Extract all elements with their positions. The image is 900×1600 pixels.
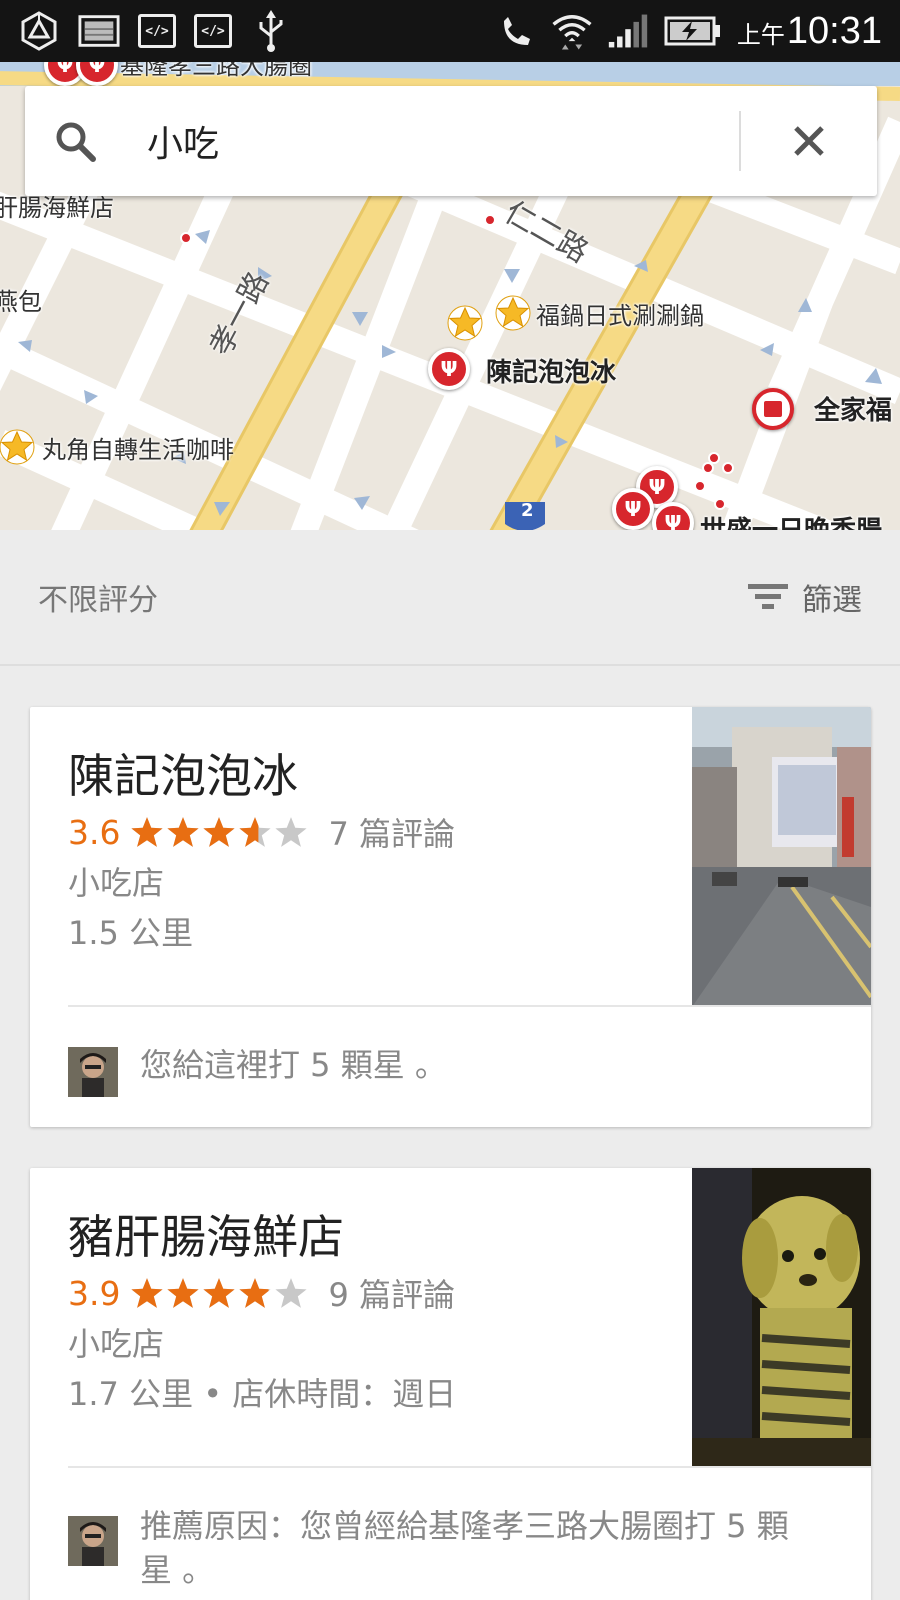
map-label[interactable]: 全家福 — [814, 390, 892, 427]
place-dot[interactable] — [694, 480, 706, 492]
image-notification-icon — [78, 11, 120, 51]
recommendation-note: 推薦原因：您曾經給基隆孝三路大腸圈打 5 顆星 。 — [140, 1507, 789, 1589]
place-rating: 3.9 9 篇評論 — [68, 1270, 456, 1316]
filter-icon — [748, 584, 788, 609]
place-dot[interactable] — [722, 462, 734, 474]
no-call-icon — [495, 11, 537, 51]
star-icon — [275, 1278, 308, 1308]
rating-stars — [130, 815, 308, 849]
star-icon — [131, 1278, 164, 1308]
review-count[interactable]: 7 篇評論 — [328, 809, 455, 855]
place-dot[interactable] — [180, 232, 192, 244]
map-label[interactable]: 燕包 — [0, 282, 42, 317]
review-count[interactable]: 9 篇評論 — [328, 1270, 455, 1316]
rating-number: 3.9 — [68, 1273, 121, 1313]
avatar — [68, 1047, 118, 1097]
avatar — [68, 1516, 118, 1566]
card-divider — [68, 1005, 871, 1007]
star-icon — [203, 817, 236, 847]
star-icon — [131, 817, 164, 847]
search-icon[interactable] — [25, 86, 125, 196]
star-icon — [203, 1278, 236, 1308]
clock-ampm: 上午 — [736, 20, 785, 49]
place-dot[interactable] — [702, 462, 714, 474]
close-icon — [794, 126, 824, 156]
filter-button[interactable]: 篩選 — [748, 575, 862, 619]
place-name: 陳記泡泡冰 — [68, 749, 298, 803]
place-rating: 3.6 7 篇評論 — [68, 809, 455, 855]
star-icon — [167, 1278, 200, 1308]
star-icon — [275, 817, 308, 847]
map-label[interactable]: 丸角自轉生活咖啡 — [42, 430, 234, 465]
search-box[interactable]: 小吃 — [25, 86, 877, 196]
clear-search-button[interactable] — [741, 86, 877, 196]
battery-charging-icon — [663, 11, 723, 51]
place-distance: 1.7 公里 • 店休時間：週日 — [68, 1375, 457, 1413]
result-card[interactable]: 豬肝腸海鮮店 3.9 9 篇評論 小吃店 1.7 公里 • 店休時間：週日 推薦… — [30, 1168, 871, 1600]
usb-icon — [250, 10, 292, 52]
place-dot[interactable] — [714, 498, 726, 510]
signal-icon — [607, 11, 649, 51]
map-label-selected[interactable]: 陳記泡泡冰 — [486, 352, 616, 389]
starred-place-icon[interactable] — [494, 294, 532, 332]
code-icon: </> — [138, 14, 176, 48]
starred-place-icon[interactable] — [446, 304, 484, 342]
rating-filter-dropdown[interactable]: 不限評分 — [38, 575, 158, 619]
map-label[interactable]: 基隆孝三路大腸圈 — [120, 62, 312, 81]
rating-stars — [130, 1276, 308, 1310]
status-bar: </> </> 上午 10:31 — [0, 0, 900, 62]
search-input[interactable]: 小吃 — [125, 115, 739, 167]
place-photo[interactable] — [692, 707, 871, 1007]
clock: 上午 10:31 — [737, 10, 882, 53]
rating-note: 您給這裡打 5 顆星 。 — [140, 1046, 447, 1084]
star-icon — [239, 817, 272, 847]
place-category: 小吃店 — [68, 1325, 165, 1363]
rating-number: 3.6 — [68, 812, 121, 852]
card-divider — [68, 1466, 871, 1468]
restaurant-pin-icon[interactable]: Ψ — [612, 488, 654, 530]
shopping-pin-icon[interactable] — [752, 388, 794, 430]
starred-place-icon[interactable] — [0, 428, 36, 466]
restaurant-pin-icon[interactable]: Ψ — [428, 348, 470, 390]
map-label[interactable]: 福鍋日式涮涮鍋 — [536, 296, 704, 331]
route-number: 2 — [521, 500, 534, 521]
ingress-icon — [18, 11, 60, 51]
result-card[interactable]: 陳記泡泡冰 3.6 7 篇評論 小吃店 1.5 公里 您給這裡打 5 顆星 。 — [30, 707, 871, 1127]
filter-bar: 不限評分 篩選 — [0, 530, 900, 666]
star-icon — [167, 817, 200, 847]
place-dot[interactable] — [484, 214, 496, 226]
map-label[interactable]: 世盛一日晚香腸 — [700, 510, 882, 530]
place-category: 小吃店 — [68, 864, 165, 902]
wifi-icon — [551, 11, 593, 51]
filter-label: 篩選 — [802, 583, 862, 618]
clock-time: 10:31 — [786, 9, 882, 52]
place-distance: 1.5 公里 — [68, 914, 194, 952]
star-icon — [239, 1278, 272, 1308]
place-name: 豬肝腸海鮮店 — [68, 1210, 344, 1264]
place-photo[interactable] — [692, 1168, 871, 1468]
code-icon: </> — [194, 14, 232, 48]
